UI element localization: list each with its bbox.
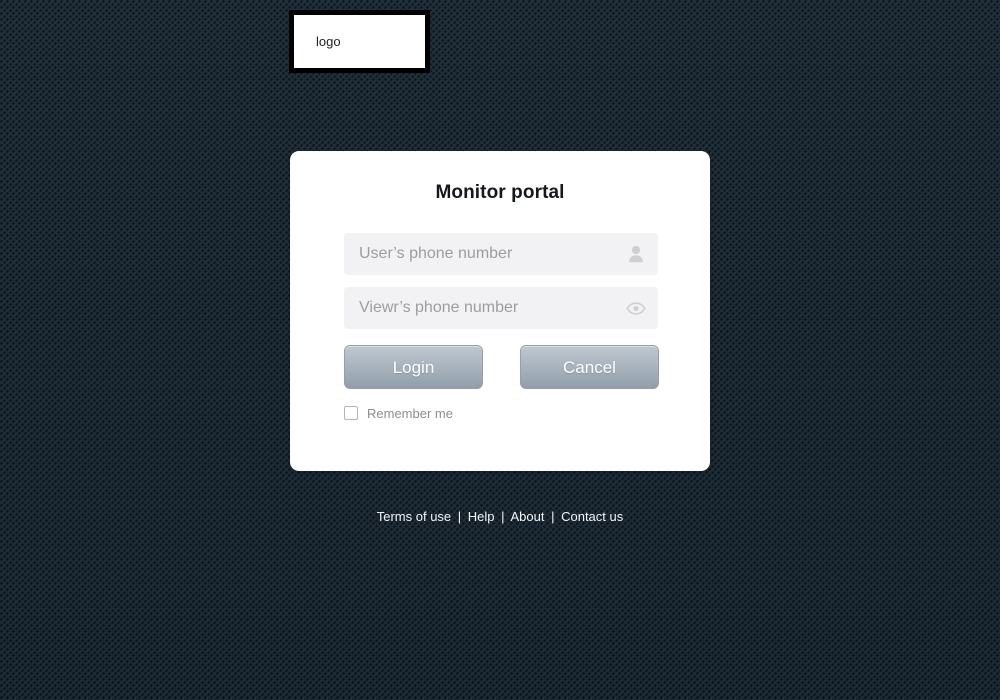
user-phone-field[interactable] <box>344 233 658 275</box>
logo-box[interactable]: logo <box>289 10 430 73</box>
viewer-phone-field[interactable] <box>344 287 658 329</box>
footer-separator: | <box>455 509 464 524</box>
page-title: Monitor portal <box>290 182 710 204</box>
footer-link-about[interactable]: About <box>510 509 544 524</box>
remember-me-label: Remember me <box>367 406 453 421</box>
footer-separator: | <box>548 509 557 524</box>
footer-link-contact-us[interactable]: Contact us <box>561 509 623 524</box>
remember-me-row[interactable]: Remember me <box>344 404 453 422</box>
login-button[interactable]: Login <box>344 345 483 389</box>
footer-links: Terms of use | Help | About | Contact us <box>0 509 1000 524</box>
login-card: Monitor portal Login Cancel <box>290 151 710 471</box>
page-background: logo Monitor portal L <box>0 0 1000 700</box>
footer-link-terms-of-use[interactable]: Terms of use <box>377 509 451 524</box>
eye-icon[interactable] <box>626 298 646 318</box>
person-icon <box>626 244 646 264</box>
viewer-phone-input[interactable] <box>344 287 616 329</box>
remember-me-checkbox[interactable] <box>344 406 358 420</box>
user-phone-input[interactable] <box>344 233 616 275</box>
footer-separator: | <box>498 509 507 524</box>
logo-label: logo <box>316 35 341 48</box>
footer-link-help[interactable]: Help <box>468 509 495 524</box>
cancel-button[interactable]: Cancel <box>520 345 659 389</box>
